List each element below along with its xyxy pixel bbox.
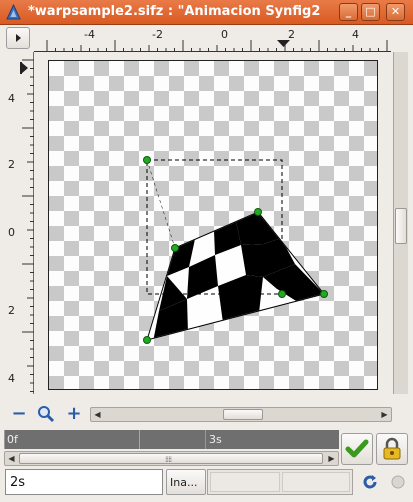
vertical-ruler[interactable]: 4 2 0 2 4 — [4, 52, 34, 394]
refresh-icon[interactable] — [360, 472, 380, 492]
title-bar[interactable]: *warpsample2.sifz : "Animacion Synfig2 _… — [0, 0, 413, 25]
synfig-canvas-window: *warpsample2.sifz : "Animacion Synfig2 _… — [0, 0, 413, 502]
warped-checkerboard-artwork — [143, 156, 328, 344]
minimize-button[interactable]: _ — [339, 3, 358, 21]
canvas-menu-button[interactable] — [6, 27, 30, 49]
time-scrollbar-thumb[interactable]: ⁞⁞⁞⁞ — [19, 453, 323, 464]
duck-handle-top-right — [254, 208, 262, 216]
time-label-mid: 3s — [209, 433, 222, 446]
scroll-left-icon[interactable]: ◀ — [5, 452, 18, 465]
vertical-scrollbar[interactable] — [393, 52, 408, 394]
arrow-right-icon — [21, 62, 28, 74]
time-cursor[interactable] — [139, 430, 140, 449]
vertical-scrollbar-thumb[interactable] — [395, 208, 407, 244]
animate-mode-button[interactable] — [341, 433, 373, 465]
hruler-label: -4 — [84, 28, 95, 41]
duck-handle-top-left — [143, 156, 151, 164]
lock-icon — [383, 437, 401, 460]
zoom-toolbar: − + ◀ ▶ — [0, 401, 413, 427]
zoom-fit-icon[interactable] — [37, 405, 55, 423]
work-area-canvas[interactable] — [48, 60, 378, 390]
horizontal-scrollbar-thumb[interactable] — [223, 409, 263, 420]
vruler-label: 4 — [8, 372, 15, 385]
canvas-frame — [34, 52, 391, 394]
hruler-label: 0 — [221, 28, 228, 41]
vruler-label: 2 — [8, 304, 15, 317]
synfig-app-icon — [6, 4, 21, 20]
hruler-label: 2 — [288, 28, 295, 41]
horizontal-ruler[interactable]: -4 -2 0 2 4 — [34, 26, 391, 52]
checkmark-icon — [345, 439, 369, 458]
time-position-marker-icon — [277, 40, 290, 47]
duck-handle-bottom-right-box — [278, 290, 286, 298]
duck-handle-right — [320, 290, 328, 298]
duck-handle-left — [171, 244, 179, 252]
keyframe-lock-button[interactable] — [376, 433, 408, 465]
window-title: *warpsample2.sifz : "Animacion Synfig2 — [28, 4, 321, 19]
scroll-right-icon[interactable]: ▶ — [325, 452, 338, 465]
render-progress-bar — [207, 469, 353, 495]
grip-icon: ⁞⁞⁞⁞ — [165, 455, 172, 464]
hruler-label: -2 — [152, 28, 163, 41]
zoom-in-icon[interactable]: + — [65, 405, 83, 423]
scroll-left-icon[interactable]: ◀ — [91, 408, 104, 421]
arrow-right-icon — [16, 34, 21, 42]
close-button[interactable]: ✕ — [386, 3, 405, 21]
interpolation-select[interactable]: Ina... — [166, 469, 206, 495]
maximize-button[interactable]: □ — [361, 3, 380, 21]
hruler-label: 4 — [352, 28, 359, 41]
scroll-right-icon[interactable]: ▶ — [378, 408, 391, 421]
vruler-label: 4 — [8, 92, 15, 105]
time-scrollbar[interactable]: ◀ ⁞⁞⁞⁞ ▶ — [4, 451, 339, 466]
current-time-field[interactable]: 2s — [5, 469, 163, 495]
duck-handle-bottom-left — [143, 336, 151, 344]
horizontal-scrollbar[interactable]: ◀ ▶ — [90, 407, 392, 422]
time-slider[interactable]: 0f 3s — [4, 430, 339, 449]
time-label-start: 0f — [7, 433, 18, 446]
vruler-label: 2 — [8, 158, 15, 171]
zoom-out-icon[interactable]: − — [10, 405, 28, 423]
vruler-label: 0 — [8, 226, 15, 239]
stop-render-icon[interactable] — [388, 472, 408, 492]
